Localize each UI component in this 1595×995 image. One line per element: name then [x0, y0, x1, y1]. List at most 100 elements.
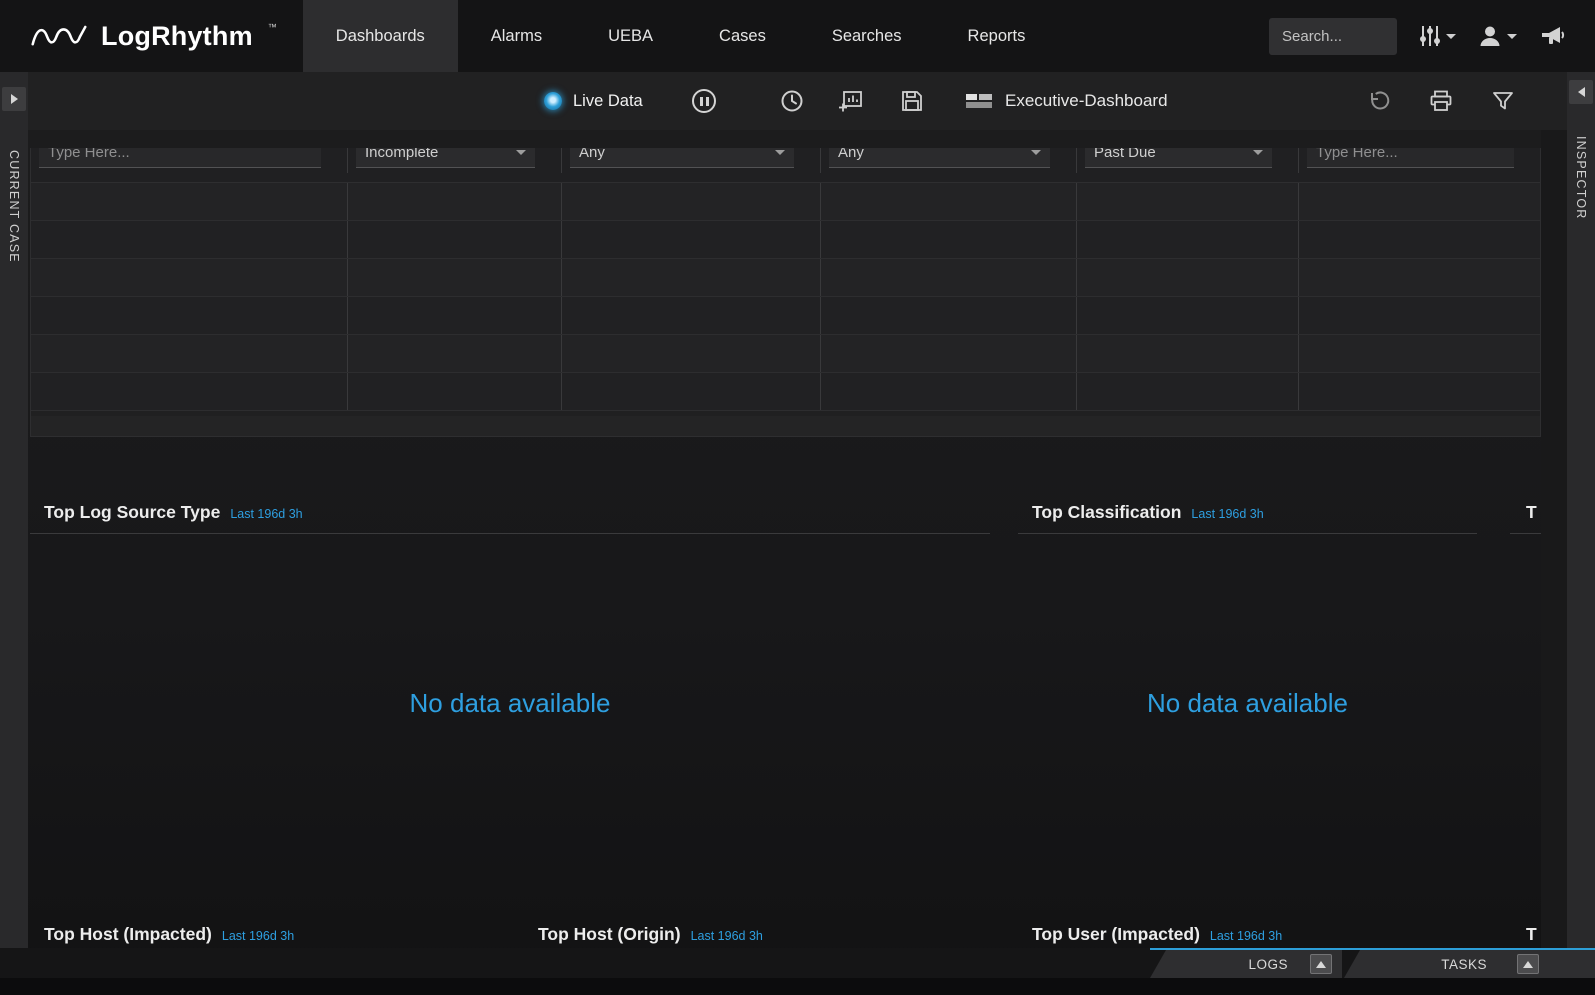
chevron-down-icon — [1446, 34, 1456, 39]
logrhythm-dashboard-screen: LogRhythm™ Dashboards Alarms UEBA Cases … — [0, 0, 1595, 995]
table-cell — [1077, 183, 1299, 220]
filter-cell: Incomplete — [348, 148, 562, 173]
grid-filter-header: Incomplete Any Any Past Due — [31, 148, 1540, 183]
dashboard-selector[interactable]: Executive-Dashboard — [966, 72, 1168, 130]
printer-icon — [1429, 89, 1453, 113]
chevron-down-icon — [775, 150, 785, 155]
table-cell — [348, 259, 562, 296]
table-row[interactable] — [31, 297, 1540, 335]
vertical-scrollbar-track[interactable] — [1541, 130, 1567, 948]
nav-tab-ueba[interactable]: UEBA — [575, 0, 686, 72]
grid-horizontal-scrollbar[interactable] — [30, 416, 1541, 437]
preferences-menu-button[interactable] — [1419, 23, 1456, 49]
save-button[interactable] — [900, 72, 924, 130]
nav-tab-reports[interactable]: Reports — [935, 0, 1059, 72]
table-cell — [31, 373, 348, 410]
nav-tab-cases[interactable]: Cases — [686, 0, 799, 72]
widget-time-range: Last 196d 3h — [1191, 507, 1263, 521]
selected-value: Any — [579, 148, 605, 161]
nav-tab-alarms[interactable]: Alarms — [458, 0, 575, 72]
grid-filter-select[interactable]: Any — [829, 148, 1050, 168]
table-cell — [1077, 335, 1299, 372]
expand-tasks-panel-button[interactable] — [1517, 954, 1539, 974]
table-row[interactable] — [31, 373, 1540, 411]
pause-icon — [692, 89, 716, 113]
grid-filter-select[interactable]: Any — [570, 148, 794, 168]
nav-tab-dashboards[interactable]: Dashboards — [303, 0, 458, 72]
filter-cell — [31, 148, 348, 173]
widget-time-range: Last 196d 3h — [1210, 929, 1282, 943]
widget-title: Top User (Impacted) — [1032, 924, 1200, 945]
table-cell — [1077, 221, 1299, 258]
expand-inspector-button[interactable] — [1569, 80, 1593, 104]
dashboard-toolbar: Live Data — [28, 72, 1567, 130]
table-cell — [562, 183, 821, 220]
table-cell — [348, 373, 562, 410]
widget-title: T — [1526, 502, 1537, 523]
filter-funnel-icon — [1491, 89, 1515, 113]
table-cell — [31, 297, 348, 334]
nav-tab-searches[interactable]: Searches — [799, 0, 935, 72]
table-cell — [1299, 183, 1540, 220]
grid-filter-select[interactable]: Past Due — [1085, 148, 1272, 168]
time-range-button[interactable] — [780, 72, 804, 130]
widget-title: Top Classification — [1032, 502, 1181, 523]
widget-header: T — [1510, 492, 1541, 534]
grid-filter-input[interactable] — [39, 148, 321, 168]
logrhythm-logo[interactable]: LogRhythm™ — [0, 0, 303, 72]
table-cell — [31, 335, 348, 372]
expand-logs-panel-button[interactable] — [1310, 954, 1332, 974]
table-row[interactable] — [31, 183, 1540, 221]
bottom-edge-strip — [0, 978, 1595, 995]
table-row[interactable] — [31, 335, 1540, 373]
widget-partial-right: T — [1510, 492, 1541, 912]
table-cell — [562, 221, 821, 258]
megaphone-icon — [1539, 24, 1567, 48]
search-input[interactable] — [1269, 18, 1397, 55]
widget-top-log-source-type: Top Log Source Type Last 196d 3h No data… — [30, 492, 990, 912]
logs-panel-tab[interactable]: LOGS — [1150, 950, 1342, 978]
table-cell — [1299, 297, 1540, 334]
sliders-icon — [1419, 23, 1441, 49]
table-row[interactable] — [31, 259, 1540, 297]
table-cell — [348, 221, 562, 258]
top-nav-bar: LogRhythm™ Dashboards Alarms UEBA Cases … — [0, 0, 1595, 72]
no-data-message: No data available — [1018, 688, 1477, 719]
print-button[interactable] — [1429, 72, 1453, 130]
grid-filter-select[interactable]: Incomplete — [356, 148, 535, 168]
filter-button[interactable] — [1491, 72, 1515, 130]
filter-cell — [1299, 148, 1540, 173]
chevron-left-icon — [1578, 87, 1585, 97]
table-cell — [1077, 259, 1299, 296]
filter-cell: Any — [821, 148, 1077, 173]
widget-title: T — [1526, 924, 1537, 945]
announcements-button[interactable] — [1539, 24, 1567, 48]
table-row[interactable] — [31, 221, 1540, 259]
live-data-radio-icon — [544, 92, 562, 110]
add-widget-button[interactable] — [838, 72, 864, 130]
tasks-panel-tab[interactable]: TASKS — [1344, 950, 1595, 978]
table-cell — [821, 259, 1077, 296]
widget-top-classification: Top Classification Last 196d 3h No data … — [1018, 492, 1477, 912]
table-cell — [821, 183, 1077, 220]
user-icon — [1478, 24, 1502, 48]
topbar-right-controls — [1269, 0, 1595, 72]
expand-current-case-button[interactable] — [2, 87, 26, 111]
user-menu-button[interactable] — [1478, 24, 1517, 48]
chevron-up-icon — [1523, 961, 1533, 968]
table-cell — [562, 335, 821, 372]
widget-title: Top Host (Origin) — [538, 924, 681, 945]
grid-filter-input[interactable] — [1307, 148, 1514, 168]
dashboard-layout-icon — [966, 92, 992, 110]
undo-button[interactable] — [1367, 72, 1391, 130]
primary-nav: Dashboards Alarms UEBA Cases Searches Re… — [303, 0, 1059, 72]
widget-title: Top Host (Impacted) — [44, 924, 212, 945]
inspector-rail[interactable]: INSPECTOR — [1567, 72, 1595, 948]
pause-button[interactable] — [692, 72, 716, 130]
live-data-toggle[interactable]: Live Data — [544, 72, 643, 130]
table-cell — [1299, 221, 1540, 258]
chevron-down-icon — [1253, 150, 1263, 155]
table-cell — [1299, 259, 1540, 296]
save-icon — [900, 89, 924, 113]
current-case-rail[interactable]: CURRENT CASE — [0, 72, 28, 948]
